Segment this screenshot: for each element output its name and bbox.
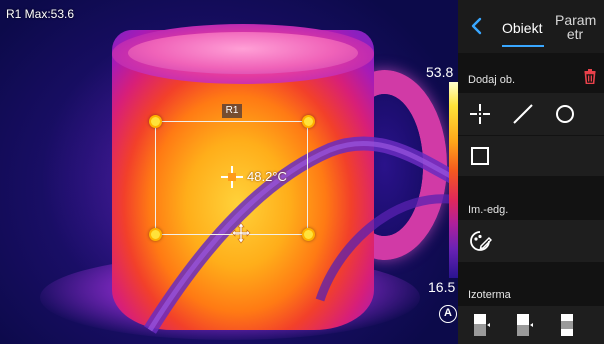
roi-handle-top-left[interactable]: [149, 115, 162, 128]
tool-row-2: [458, 136, 604, 176]
tool-row-4: [458, 306, 604, 344]
auto-range-button[interactable]: A: [439, 305, 457, 323]
tab-bar: Obiekt Param etr: [458, 0, 604, 53]
tool-row-3: [458, 220, 604, 262]
trash-icon[interactable]: [584, 69, 596, 84]
roi-label: R1: [222, 104, 242, 118]
roi-handle-bottom-right[interactable]: [302, 228, 315, 241]
image-edit-icon[interactable]: [468, 229, 492, 253]
center-temperature: 48.2°C: [247, 169, 287, 184]
rectangle-tool-icon[interactable]: [468, 144, 492, 168]
roi-handle-bottom-left[interactable]: [149, 228, 162, 241]
tab-parametr[interactable]: Param etr: [555, 13, 596, 41]
color-scale-bar: [449, 82, 458, 278]
thermal-viewport[interactable]: R1 Max:53.6 R1 48.2°C 53.8 16.5 A: [0, 0, 458, 344]
isotherm-above-icon[interactable]: [472, 313, 492, 337]
tab-objekt[interactable]: Obiekt: [502, 20, 542, 36]
center-spot-icon: [221, 166, 243, 188]
line-tool-icon[interactable]: [511, 102, 535, 126]
roi-handle-top-right[interactable]: [302, 115, 315, 128]
isotherm-interval-icon[interactable]: [557, 313, 577, 337]
isotherm-below-icon[interactable]: [515, 313, 535, 337]
isotherm-label: Izoterma: [468, 289, 511, 301]
circle-tool-icon[interactable]: [553, 102, 577, 126]
chevron-left-icon[interactable]: [470, 17, 484, 35]
scale-max-value: 53.8: [426, 64, 454, 80]
add-object-label: Dodaj ob.: [468, 74, 516, 86]
side-panel: Obiekt Param etr Dodaj ob. Im.-edg. Izot…: [458, 0, 604, 344]
scale-min-value: 16.5: [428, 279, 456, 295]
crosshair-point-icon[interactable]: [468, 102, 492, 126]
move-cursor-icon[interactable]: [231, 222, 251, 244]
active-tab-indicator: [502, 45, 544, 47]
image-edit-label: Im.-edg.: [468, 204, 509, 216]
tool-row-1: [458, 93, 604, 135]
roi-max-readout: R1 Max:53.6: [6, 7, 75, 21]
